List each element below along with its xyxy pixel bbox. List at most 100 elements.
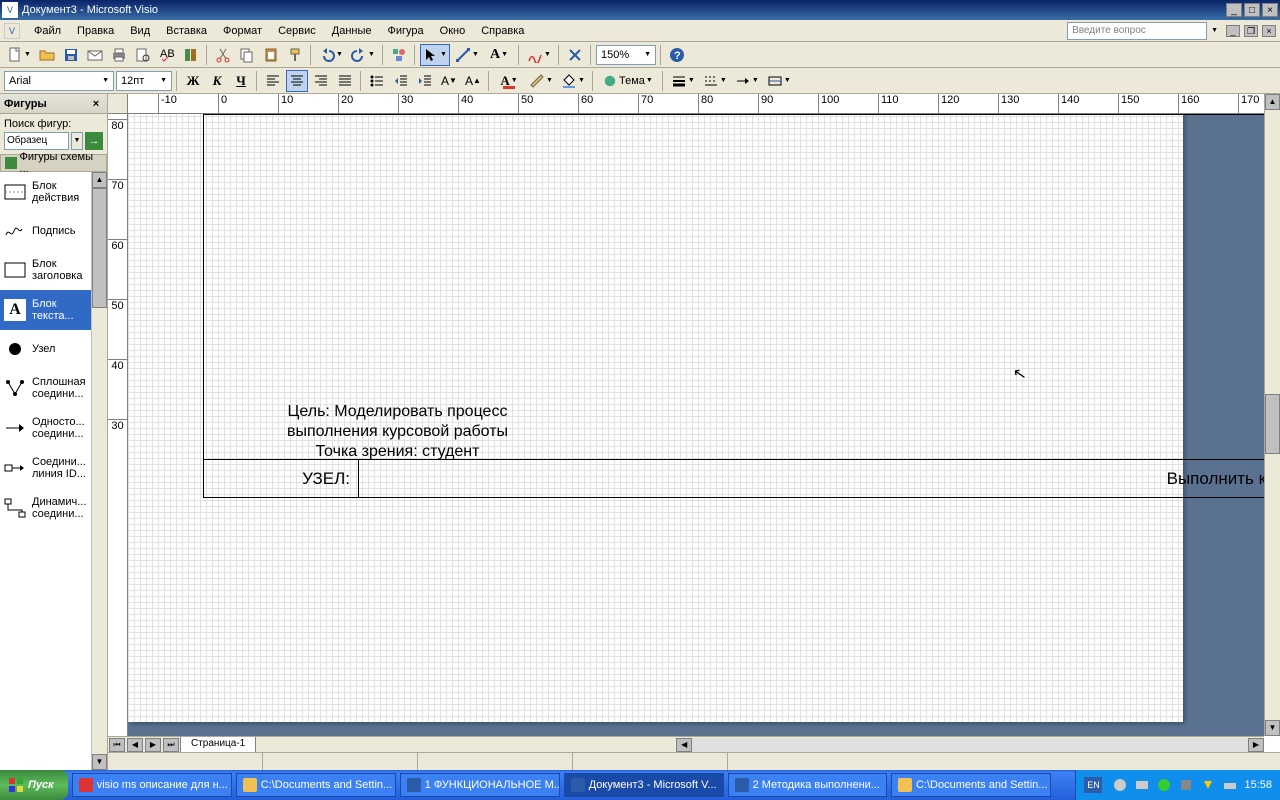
connection-point-button[interactable] — [564, 44, 586, 66]
scroll-thumb[interactable] — [92, 188, 107, 308]
save-button[interactable] — [60, 44, 82, 66]
help-button[interactable]: ? — [666, 44, 688, 66]
increase-font-button[interactable]: A▲ — [462, 70, 484, 92]
hscroll-track[interactable] — [692, 738, 1248, 752]
text-tool-button[interactable]: A▼ — [484, 44, 514, 66]
horizontal-ruler[interactable]: -100102030405060708090100110120130140150… — [128, 94, 1264, 114]
tab-prev-button[interactable]: ◀ — [127, 738, 143, 752]
taskbar-task-2[interactable]: 1 ФУНКЦИОНАЛЬНОЕ М... — [400, 773, 560, 797]
line-weight-button[interactable]: ▼ — [668, 70, 698, 92]
cut-button[interactable] — [212, 44, 234, 66]
minimize-button[interactable]: _ — [1226, 3, 1242, 17]
font-color-button[interactable]: A▼ — [494, 70, 524, 92]
tray-icon[interactable] — [1112, 777, 1128, 793]
scroll-down-icon[interactable]: ▼ — [92, 754, 107, 770]
undo-button[interactable]: ▼ — [316, 44, 346, 66]
tray-icon[interactable] — [1222, 777, 1238, 793]
taskbar-task-3[interactable]: Документ3 - Microsoft V... — [564, 773, 724, 797]
menu-window[interactable]: Окно — [432, 23, 474, 39]
taskbar-task-5[interactable]: C:\Documents and Settin... — [891, 773, 1051, 797]
doc-restore-button[interactable]: ❐ — [1244, 25, 1258, 37]
increase-indent-button[interactable] — [414, 70, 436, 92]
decrease-indent-button[interactable] — [390, 70, 412, 92]
search-go-button[interactable]: → — [85, 132, 103, 150]
research-button[interactable] — [180, 44, 202, 66]
tab-next-button[interactable]: ▶ — [145, 738, 161, 752]
tray-icon[interactable] — [1134, 777, 1150, 793]
menu-edit[interactable]: Правка — [69, 23, 122, 39]
theme-button[interactable]: Тема▼ — [598, 70, 658, 92]
tab-first-button[interactable]: ⏮ — [109, 738, 125, 752]
shapes-button[interactable] — [388, 44, 410, 66]
align-justify-button[interactable] — [334, 70, 356, 92]
align-left-button[interactable] — [262, 70, 284, 92]
menu-file[interactable]: Файл — [26, 23, 69, 39]
tray-icon[interactable] — [1200, 777, 1216, 793]
close-button[interactable]: × — [1262, 3, 1278, 17]
bold-button[interactable]: Ж — [182, 70, 204, 92]
font-name-combo[interactable]: Arial▼ — [4, 71, 114, 91]
pointer-tool-button[interactable]: ▼ — [420, 44, 450, 66]
vertical-ruler[interactable]: 807060504030 — [108, 114, 128, 736]
connector-tool-button[interactable]: ▼ — [452, 44, 482, 66]
stencil-header[interactable]: Фигуры схемы ... — [0, 154, 107, 172]
spelling-button[interactable]: ABC — [156, 44, 178, 66]
title-cell[interactable]: Выполнить курсовую работу — [359, 460, 1264, 497]
canvas-viewport[interactable]: УЗЕЛ: Выполнить курсовую работу Цель: Мо… — [128, 114, 1264, 736]
line-color-button[interactable]: ▼ — [526, 70, 556, 92]
ink-tool-button[interactable]: ▼ — [524, 44, 554, 66]
menu-shape[interactable]: Фигура — [380, 23, 432, 39]
visio-icon[interactable]: V — [4, 23, 20, 39]
align-right-button[interactable] — [310, 70, 332, 92]
menu-format[interactable]: Формат — [215, 23, 270, 39]
paste-button[interactable] — [260, 44, 282, 66]
bullets-button[interactable] — [366, 70, 388, 92]
format-button[interactable]: ▼ — [764, 70, 794, 92]
doc-minimize-button[interactable]: _ — [1226, 25, 1240, 37]
line-ends-button[interactable]: ▼ — [732, 70, 762, 92]
shapes-scrollbar[interactable]: ▲ ▼ — [91, 172, 107, 770]
font-size-combo[interactable]: 12пт▼ — [116, 71, 172, 91]
ask-question-box[interactable]: Введите вопрос — [1067, 22, 1207, 40]
line-pattern-button[interactable]: ▼ — [700, 70, 730, 92]
horizontal-scrollbar[interactable]: ◀ ▶ — [676, 738, 1264, 752]
node-cell[interactable]: УЗЕЛ: — [204, 460, 359, 497]
mail-button[interactable] — [84, 44, 106, 66]
page-tab[interactable]: Страница-1 — [180, 737, 256, 753]
menu-help[interactable]: Справка — [473, 23, 532, 39]
redo-button[interactable]: ▼ — [348, 44, 378, 66]
taskbar-task-1[interactable]: C:\Documents and Settin... — [236, 773, 396, 797]
scroll-up-icon[interactable]: ▲ — [92, 172, 107, 188]
search-input[interactable]: Образец — [4, 132, 69, 150]
menu-insert[interactable]: Вставка — [158, 23, 215, 39]
language-indicator[interactable]: EN — [1084, 777, 1102, 793]
open-button[interactable] — [36, 44, 58, 66]
print-button[interactable] — [108, 44, 130, 66]
text-block[interactable]: Цель: Моделировать процесс выполнения ку… — [275, 402, 520, 462]
taskbar-clock[interactable]: 15:58 — [1244, 779, 1272, 791]
decrease-font-button[interactable]: A▼ — [438, 70, 460, 92]
vscroll-up-button[interactable]: ▲ — [1265, 94, 1280, 110]
underline-button[interactable]: Ч — [230, 70, 252, 92]
tab-last-button[interactable]: ⏭ — [163, 738, 179, 752]
format-painter-button[interactable] — [284, 44, 306, 66]
shapes-pane-close-button[interactable]: × — [89, 98, 103, 110]
vscroll-down-button[interactable]: ▼ — [1265, 720, 1280, 736]
maximize-button[interactable]: □ — [1244, 3, 1260, 17]
tray-icon[interactable] — [1156, 777, 1172, 793]
menu-view[interactable]: Вид — [122, 23, 158, 39]
hscroll-right-button[interactable]: ▶ — [1248, 738, 1264, 752]
taskbar-task-0[interactable]: visio ms описание для н... — [72, 773, 232, 797]
vertical-scrollbar[interactable]: ▲ ▼ — [1264, 94, 1280, 736]
taskbar-task-4[interactable]: 2 Методика выполнени... — [728, 773, 887, 797]
zoom-combo[interactable]: 150%▼ — [596, 45, 656, 65]
hscroll-left-button[interactable]: ◀ — [676, 738, 692, 752]
menu-tools[interactable]: Сервис — [270, 23, 324, 39]
tray-icon[interactable] — [1178, 777, 1194, 793]
menu-data[interactable]: Данные — [324, 23, 380, 39]
drawing-page[interactable]: УЗЕЛ: Выполнить курсовую работу Цель: Мо… — [128, 114, 1183, 722]
align-center-button[interactable] — [286, 70, 308, 92]
vscroll-thumb[interactable] — [1265, 394, 1280, 454]
search-dropdown[interactable]: ▼ — [71, 132, 83, 150]
italic-button[interactable]: К — [206, 70, 228, 92]
